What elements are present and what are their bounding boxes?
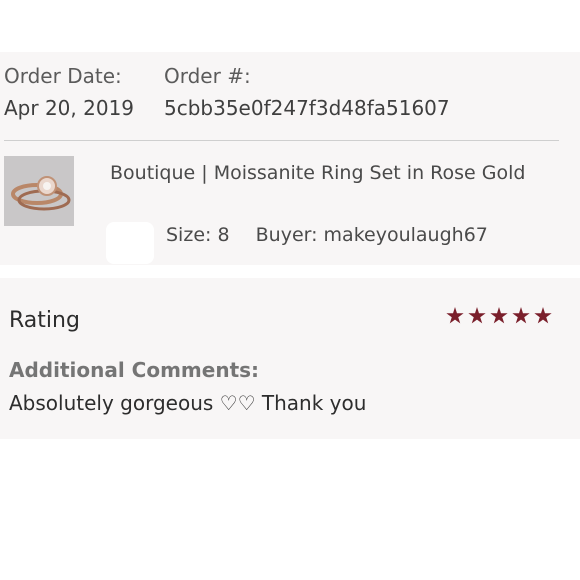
additional-comments-label: Additional Comments:	[9, 358, 260, 382]
rating-label: Rating	[9, 308, 80, 333]
item-title[interactable]: Boutique | Moissanite Ring Set in Rose G…	[110, 157, 550, 190]
order-date-value: Apr 20, 2019	[4, 96, 135, 120]
star-rating	[446, 307, 552, 325]
blurred-region	[106, 222, 154, 264]
buyer-username: Buyer: makeyoulaugh67	[255, 224, 488, 246]
star-icon	[446, 307, 464, 324]
order-number-value: 5cbb35e0f247f3d48fa51607	[164, 96, 450, 120]
star-icon	[490, 307, 508, 324]
review-card: Rating Additional Comments: Absolutely g…	[0, 278, 580, 439]
order-number-label: Order #:	[164, 64, 251, 88]
item-size: Size: 8	[166, 224, 230, 246]
review-comment: Absolutely gorgeous ♡♡ Thank you	[9, 391, 367, 415]
ring-thumbnail-graphic	[4, 156, 74, 226]
star-icon	[534, 307, 552, 324]
star-icon	[512, 307, 530, 324]
star-icon	[468, 307, 486, 324]
order-date-label: Order Date:	[4, 64, 122, 88]
ring-set-photo-icon[interactable]	[4, 156, 74, 226]
order-summary-card: Order Date: Order #: Apr 20, 2019 5cbb35…	[0, 52, 580, 265]
divider	[4, 140, 559, 141]
item-meta: Size: 8 Buyer: makeyoulaugh67	[166, 224, 488, 246]
